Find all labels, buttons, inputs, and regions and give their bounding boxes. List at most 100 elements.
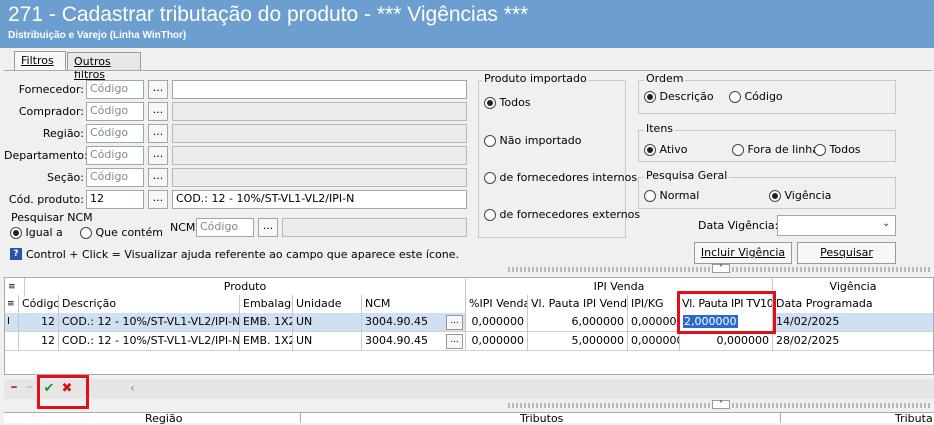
importado-externos-option[interactable]: de fornecedores externos bbox=[484, 208, 640, 221]
importado-todos-option[interactable]: Todos bbox=[484, 96, 531, 109]
itens-fora-option[interactable]: Fora de linha bbox=[732, 143, 819, 156]
col-embalagem[interactable]: Embalagem bbox=[240, 295, 293, 313]
cod-produto-input[interactable]: 12 bbox=[86, 190, 144, 209]
ncm-desc-input bbox=[282, 218, 467, 237]
chevron-left-icon[interactable]: ‹ bbox=[130, 381, 135, 395]
incluir-vigencia-button[interactable]: Incluir Vigência bbox=[694, 242, 792, 264]
help-icon: ? bbox=[10, 248, 22, 260]
col-ncm[interactable]: NCM bbox=[362, 295, 466, 313]
itens-fora-label: Fora de linha bbox=[747, 143, 819, 156]
secao-code-input[interactable]: Código bbox=[86, 168, 144, 187]
grid-menu-icon[interactable]: ≡ bbox=[5, 278, 25, 296]
tab-filtros[interactable]: Filtros bbox=[14, 51, 66, 71]
pesquisa-vigencia-option[interactable]: Vigência bbox=[769, 189, 831, 202]
regiao-desc-input bbox=[172, 124, 467, 143]
lower-grid-header bbox=[4, 412, 934, 423]
cell-ipi-venda[interactable]: 0,000000 bbox=[466, 313, 528, 332]
regiao-code-input[interactable]: Código bbox=[86, 124, 144, 143]
data-vigencia-input[interactable] bbox=[777, 215, 896, 236]
ncm-igual-label: Igual a bbox=[25, 226, 63, 239]
ordem-title: Ordem bbox=[644, 72, 686, 85]
col-pauta-ipi-venda[interactable]: Vl. Pauta IPI Venda bbox=[528, 295, 628, 313]
ncm-ellipsis-button[interactable]: ... bbox=[446, 334, 463, 349]
ncm-igual-option[interactable]: Igual a bbox=[10, 226, 63, 239]
fornecedor-lookup-button[interactable]: ... bbox=[148, 80, 168, 99]
cell-pauta-tv10[interactable]: 0,000000 bbox=[680, 332, 773, 351]
col-ipi-venda[interactable]: %IPI Venda bbox=[466, 295, 528, 313]
window-subtitle: Distribuição e Varejo (Linha WinThor) bbox=[8, 30, 187, 41]
col-tributa[interactable]: Tributa bbox=[895, 413, 933, 424]
highlight-pauta-tv10 bbox=[677, 291, 776, 334]
ncm-label: NCM bbox=[170, 221, 196, 234]
importado-nao-option[interactable]: Não importado bbox=[484, 134, 581, 147]
splitter-arrow-icon[interactable]: ˄ bbox=[712, 264, 730, 273]
secao-lookup-button[interactable]: ... bbox=[148, 168, 168, 187]
chevron-down-icon[interactable]: ⌄ bbox=[882, 218, 890, 229]
cell-embalagem[interactable]: EMB. 1X24 bbox=[240, 332, 293, 351]
radio-icon bbox=[732, 144, 744, 156]
departamento-lookup-button[interactable]: ... bbox=[148, 146, 168, 165]
cell-data-programada[interactable]: 14/02/2025 bbox=[773, 313, 933, 332]
highlight-confirm-cancel bbox=[37, 375, 89, 409]
ncm-lookup-button[interactable]: ... bbox=[258, 218, 278, 237]
importado-internos-option[interactable]: de fornecedores internos bbox=[484, 171, 637, 184]
radio-icon bbox=[484, 135, 496, 147]
comprador-code-input[interactable]: Código bbox=[86, 102, 144, 121]
ncm-contem-option[interactable]: Que contém bbox=[80, 226, 163, 239]
fornecedor-desc-input[interactable] bbox=[172, 80, 467, 99]
radio-icon bbox=[80, 227, 92, 239]
radio-icon bbox=[814, 144, 826, 156]
pesquisar-button[interactable]: Pesquisar bbox=[797, 242, 896, 264]
cell-unidade[interactable]: UN bbox=[293, 332, 362, 351]
radio-icon bbox=[644, 190, 656, 202]
importado-nao-label: Não importado bbox=[499, 134, 582, 147]
divider bbox=[300, 412, 301, 423]
ordem-descricao-option[interactable]: Descrição bbox=[644, 90, 714, 103]
cell-ipi-venda[interactable]: 0,000000 bbox=[466, 332, 528, 351]
col-data-programada[interactable]: Data Programada bbox=[773, 295, 933, 313]
cell-data-programada[interactable]: 28/02/2025 bbox=[773, 332, 933, 351]
radio-selected-icon bbox=[769, 190, 781, 202]
band-vigencia: Vigência bbox=[829, 280, 877, 293]
ordem-codigo-option[interactable]: Código bbox=[729, 90, 783, 103]
splitter-arrow-icon[interactable]: ˄ bbox=[712, 400, 730, 409]
itens-todos-option[interactable]: Todos bbox=[814, 143, 861, 156]
cell-descricao[interactable]: COD.: 12 - 10%/ST-VL1-VL2/IPI-N bbox=[59, 313, 240, 332]
band-produto: Produto bbox=[25, 278, 466, 296]
col-unidade[interactable]: Unidade bbox=[293, 295, 362, 313]
cell-ipi-kg[interactable]: 0,000000 bbox=[628, 332, 680, 351]
col-codigo[interactable]: Código bbox=[19, 295, 59, 313]
grid-column-menu-icon[interactable]: ≡ bbox=[5, 295, 19, 313]
ncm-code-input[interactable]: Código bbox=[196, 218, 254, 237]
regiao-lookup-button[interactable]: ... bbox=[148, 124, 168, 143]
col-tributos[interactable]: Tributos bbox=[520, 413, 563, 424]
tab-outros-filtros[interactable]: Outros filtros bbox=[67, 52, 141, 81]
cell-ipi-kg[interactable]: 0,000000 bbox=[628, 313, 680, 332]
cell-pauta-ipi-venda[interactable]: 6,000000 bbox=[528, 313, 628, 332]
pesquisar-ncm-label: Pesquisar NCM bbox=[11, 211, 93, 224]
cell-descricao[interactable]: COD.: 12 - 10%/ST-VL1-VL2/IPI-N bbox=[59, 332, 240, 351]
minus-icon[interactable]: – bbox=[8, 380, 20, 394]
cell-pauta-ipi-venda[interactable]: 5,000000 bbox=[528, 332, 628, 351]
cod-produto-lookup-button[interactable]: ... bbox=[148, 190, 168, 209]
departamento-code-input[interactable]: Código bbox=[86, 146, 144, 165]
radio-selected-icon bbox=[484, 97, 496, 109]
comprador-lookup-button[interactable]: ... bbox=[148, 102, 168, 121]
col-ipi-kg[interactable]: IPI/KG bbox=[628, 295, 680, 313]
pesquisa-normal-option[interactable]: Normal bbox=[644, 189, 699, 202]
col-regiao[interactable]: Região bbox=[145, 413, 182, 424]
pesquisa-geral-title: Pesquisa Geral bbox=[644, 169, 730, 182]
cell-codigo[interactable]: 12 bbox=[19, 332, 59, 351]
itens-ativo-option[interactable]: Ativo bbox=[644, 143, 687, 156]
cell-unidade[interactable]: UN bbox=[293, 313, 362, 332]
fornecedor-code-input[interactable]: Código bbox=[86, 80, 144, 99]
pesquisa-vigencia-label: Vigência bbox=[784, 189, 832, 202]
col-descricao[interactable]: Descrição bbox=[59, 295, 240, 313]
importado-internos-label: de fornecedores internos bbox=[499, 171, 638, 184]
radio-icon bbox=[484, 172, 496, 184]
cell-embalagem[interactable]: EMB. 1X24 bbox=[240, 313, 293, 332]
ncm-ellipsis-button[interactable]: ... bbox=[446, 315, 463, 330]
row-indicator bbox=[5, 332, 19, 351]
cod-produto-desc-input[interactable]: COD.: 12 - 10%/ST-VL1-VL2/IPI-N bbox=[172, 190, 467, 209]
cell-codigo[interactable]: 12 bbox=[19, 313, 59, 332]
